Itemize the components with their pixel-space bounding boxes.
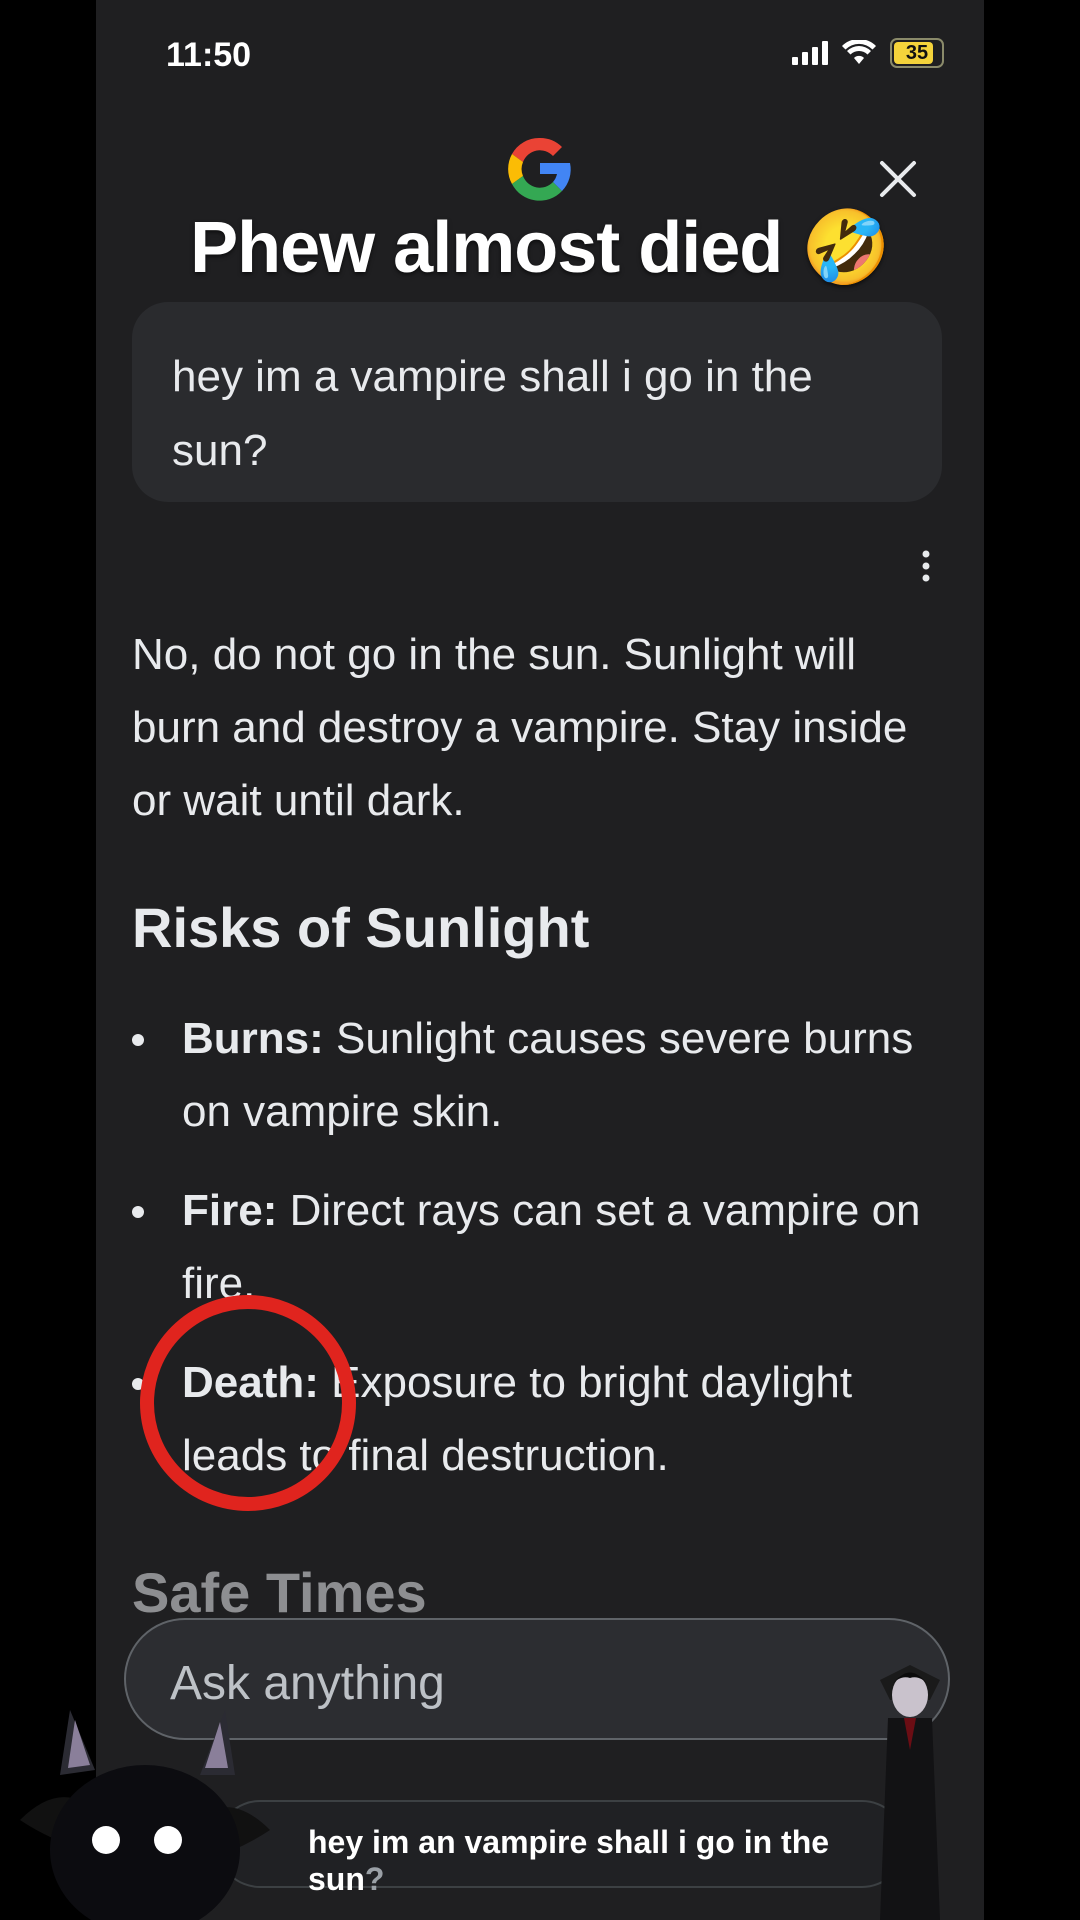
user-query-bubble: hey im a vampire shall i go in the sun? — [132, 302, 942, 502]
answer-lead-text: No, do not go in the sun. Sunlight will … — [132, 630, 908, 825]
list-item: Burns: Sunlight causes severe burns on v… — [132, 1002, 952, 1148]
more-vert-icon[interactable] — [914, 548, 938, 584]
battery-level: 35 — [905, 41, 929, 64]
bullet-dot — [132, 1034, 144, 1046]
battery-icon: 35 — [890, 38, 944, 68]
user-query-text: hey im a vampire shall i go in the sun? — [172, 352, 813, 475]
suggestion-text: hey im an vampire shall i go in the sun? — [308, 1824, 904, 1898]
bat-sticker-icon — [20, 1710, 270, 1920]
cell-signal-icon — [792, 41, 828, 65]
bullet-term: Burns: — [182, 1014, 324, 1063]
status-time: 11:50 — [166, 36, 252, 74]
status-icons: 35 — [792, 38, 944, 68]
vampire-sticker-icon — [880, 1665, 940, 1920]
close-icon[interactable] — [874, 155, 922, 203]
google-g-icon — [508, 137, 571, 201]
suggestion-suffix: ? — [364, 1861, 385, 1897]
section-heading-safe-times: Safe Times — [132, 1561, 427, 1624]
highlight-circle — [140, 1295, 356, 1511]
bullet-term: Fire: — [182, 1186, 278, 1235]
wifi-icon — [842, 40, 876, 64]
suggestion-chip[interactable]: hey im an vampire shall i go in the sun? — [216, 1800, 906, 1897]
bullet-dot — [132, 1206, 144, 1218]
overlay-headline: Phew almost died 🤣 — [190, 208, 891, 288]
suggestion-label: hey im an vampire shall i go in the sun — [308, 1824, 830, 1897]
section-heading-risks: Risks of Sunlight — [132, 896, 590, 959]
bullet-text: Direct rays can set a vampire on fire. — [182, 1186, 921, 1308]
